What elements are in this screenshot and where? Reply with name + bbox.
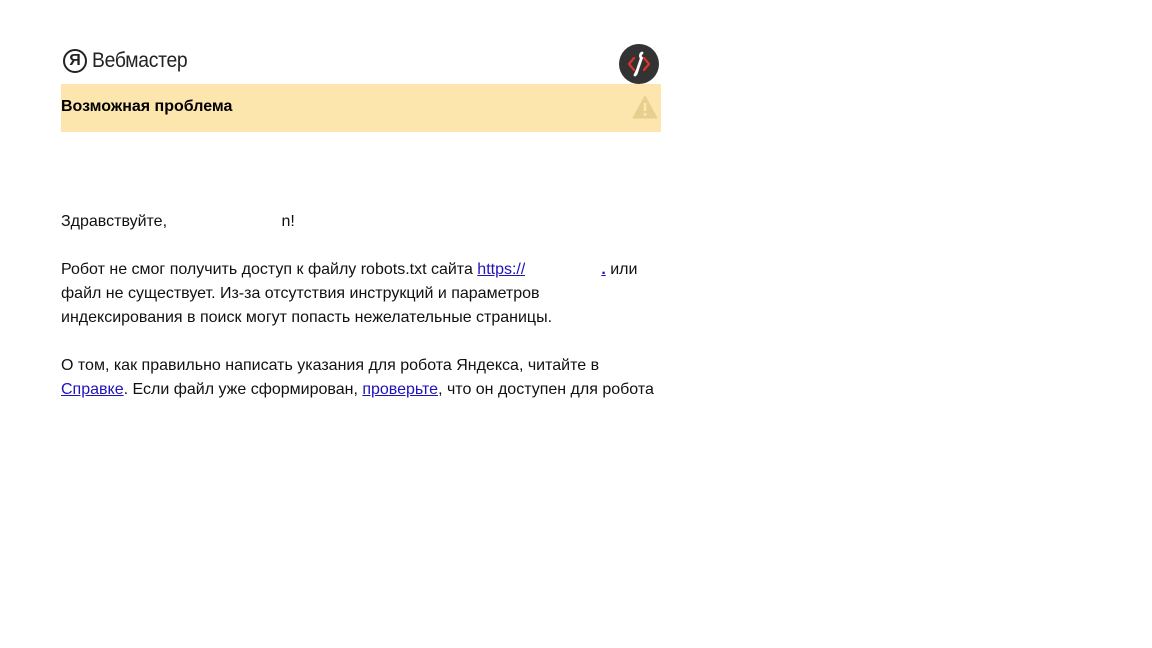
redacted-site (525, 258, 602, 282)
p2-text-3: , что он доступен для робота (438, 381, 654, 398)
p1-text-1: Робот не смог получить доступ к файлу ro… (61, 261, 478, 278)
greeting: Здравствуйте, n! (61, 210, 661, 234)
help-link[interactable]: Справке (61, 381, 124, 398)
warning-icon (632, 95, 658, 119)
redacted-name (171, 210, 282, 234)
yandex-logo-icon: Я (63, 49, 87, 73)
banner-title: Возможная проблема (61, 98, 233, 115)
webmaster-tool-icon (619, 44, 659, 84)
p2-text-1: О том, как правильно написать указания д… (61, 357, 600, 374)
logo-text: Вебмастер (92, 49, 188, 72)
p2-text-2: . Если файл уже сформирован, (123, 381, 363, 398)
yandex-webmaster-logo[interactable]: Я Вебмастер (63, 49, 196, 73)
site-link-text: https:// (477, 261, 526, 278)
greeting-suffix: n! (281, 213, 295, 230)
check-link[interactable]: проверьте (362, 381, 438, 398)
help-paragraph: О том, как правильно написать указания д… (61, 354, 661, 402)
warning-banner: Возможная проблема (61, 84, 661, 132)
email-container: Я Вебмастер Возможная проблема Здравству… (61, 40, 661, 426)
site-link[interactable]: https:// . (477, 258, 606, 282)
email-header: Я Вебмастер (61, 40, 661, 84)
robots-error-paragraph: Робот не смог получить доступ к файлу ro… (61, 258, 661, 330)
greeting-prefix: Здравствуйте, (61, 213, 172, 230)
message-body: Здравствуйте, n! Робот не смог получить … (61, 210, 661, 402)
